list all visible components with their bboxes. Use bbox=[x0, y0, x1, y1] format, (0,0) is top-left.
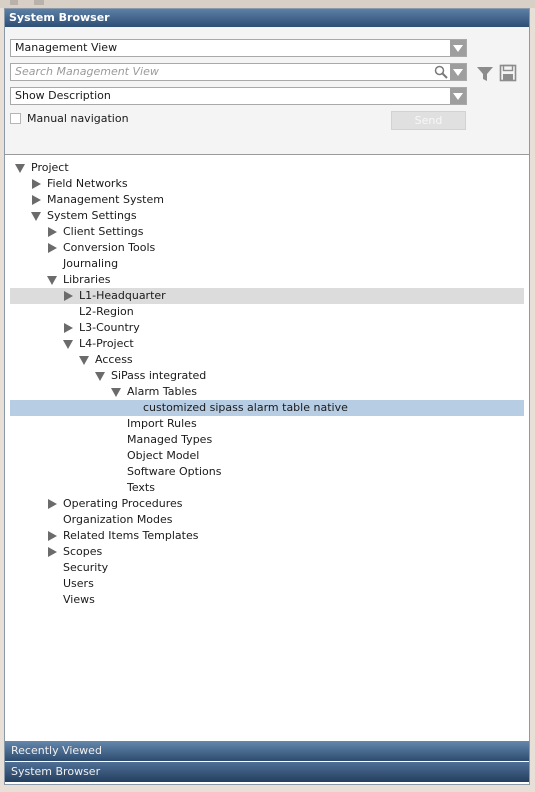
tree-node-label: System Settings bbox=[47, 209, 137, 222]
description-select[interactable]: Show Description bbox=[10, 87, 467, 105]
tree-node-label: Client Settings bbox=[63, 225, 144, 238]
tree-node-label: Field Networks bbox=[47, 177, 128, 190]
tree-node-label: Security bbox=[63, 561, 109, 574]
tree-node-label: Management System bbox=[47, 193, 164, 206]
send-button[interactable]: Send bbox=[391, 111, 466, 130]
tree-view: Project Field Networks Management System… bbox=[5, 155, 529, 741]
tree-node-label: Organization Modes bbox=[63, 513, 173, 526]
collapsed-arrow-icon[interactable] bbox=[32, 195, 41, 205]
tree-node-label: Software Options bbox=[127, 465, 222, 478]
manual-navigation-label: Manual navigation bbox=[27, 112, 129, 125]
description-select-value: Show Description bbox=[15, 89, 111, 102]
controls-area: Management View Search Management View S… bbox=[5, 27, 529, 155]
expanded-arrow-icon[interactable] bbox=[15, 164, 25, 173]
top-strip bbox=[0, 0, 535, 8]
tree-node-label: Object Model bbox=[127, 449, 200, 462]
tree-node-label: L4-Project bbox=[79, 337, 134, 350]
chevron-down-icon[interactable] bbox=[450, 40, 466, 56]
tree-node-label: L2-Region bbox=[79, 305, 134, 318]
system-browser-panel: System Browser Management View Search Ma… bbox=[4, 8, 530, 785]
expanded-arrow-icon[interactable] bbox=[31, 212, 41, 221]
recently-viewed-bar[interactable]: Recently Viewed bbox=[5, 741, 529, 761]
search-icon[interactable] bbox=[434, 65, 448, 79]
view-select[interactable]: Management View bbox=[10, 39, 467, 57]
chevron-down-icon[interactable] bbox=[450, 88, 466, 104]
tree-node-label: Operating Procedures bbox=[63, 497, 183, 510]
expanded-arrow-icon[interactable] bbox=[95, 372, 105, 381]
tree-node-label: customized sipass alarm table native bbox=[143, 401, 348, 414]
tree-node-label: Scopes bbox=[63, 545, 103, 558]
collapsed-arrow-icon[interactable] bbox=[48, 243, 57, 253]
collapsed-arrow-icon[interactable] bbox=[48, 531, 57, 541]
filter-icon[interactable] bbox=[476, 65, 494, 83]
tree-node-label: Import Rules bbox=[127, 417, 197, 430]
tree-node-label: Texts bbox=[127, 481, 155, 494]
tree-node-label: Project bbox=[31, 161, 69, 174]
panel-title: System Browser bbox=[5, 9, 529, 27]
tree-node-label: Conversion Tools bbox=[63, 241, 156, 254]
tree-node-label: Journaling bbox=[63, 257, 119, 270]
tree-node-label: Related Items Templates bbox=[63, 529, 199, 542]
tree-node-label: L3-Country bbox=[79, 321, 140, 334]
tree-node-label: SiPass integrated bbox=[111, 369, 207, 382]
collapsed-arrow-icon[interactable] bbox=[64, 291, 73, 301]
expanded-arrow-icon[interactable] bbox=[63, 340, 73, 349]
tree-node-label: Views bbox=[63, 593, 95, 606]
chevron-down-icon[interactable] bbox=[450, 64, 466, 80]
expanded-arrow-icon[interactable] bbox=[111, 388, 121, 397]
tree-node-label: Access bbox=[95, 353, 133, 366]
tree-node-label: Alarm Tables bbox=[127, 385, 198, 398]
collapsed-arrow-icon[interactable] bbox=[64, 323, 73, 333]
tab-stub bbox=[10, 0, 18, 5]
view-select-value: Management View bbox=[15, 41, 118, 54]
search-input[interactable]: Search Management View bbox=[10, 63, 467, 81]
expanded-arrow-icon[interactable] bbox=[79, 356, 89, 365]
expanded-arrow-icon[interactable] bbox=[47, 276, 57, 285]
collapsed-arrow-icon[interactable] bbox=[48, 227, 57, 237]
tree-node-label: Managed Types bbox=[127, 433, 213, 446]
save-icon[interactable] bbox=[499, 64, 517, 82]
collapsed-arrow-icon[interactable] bbox=[48, 547, 57, 557]
collapsed-arrow-icon[interactable] bbox=[48, 499, 57, 509]
search-placeholder: Search Management View bbox=[15, 65, 159, 78]
tree-node-label: Users bbox=[63, 577, 94, 590]
manual-navigation-checkbox[interactable] bbox=[10, 113, 21, 124]
tree-node-label: Libraries bbox=[63, 273, 111, 286]
tab-stub bbox=[34, 0, 44, 5]
tree-node-label: L1-Headquarter bbox=[79, 289, 166, 302]
system-browser-bar[interactable]: System Browser bbox=[5, 762, 529, 782]
collapsed-arrow-icon[interactable] bbox=[32, 179, 41, 189]
